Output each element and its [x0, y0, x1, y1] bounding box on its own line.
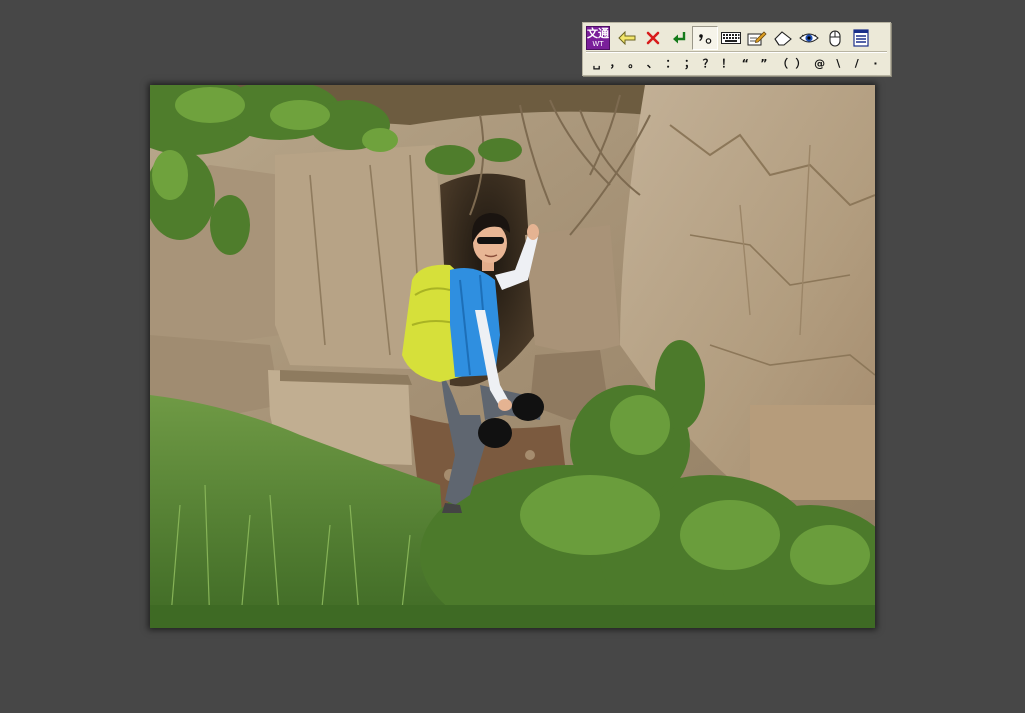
punct-slash-key[interactable]: /: [848, 55, 865, 72]
photo-viewer-image[interactable]: [150, 85, 875, 628]
enter-return-icon: [673, 32, 686, 44]
eraser-icon: [774, 31, 792, 46]
view-button[interactable]: [796, 26, 822, 50]
punct-comma-key[interactable]: ，: [607, 55, 624, 72]
punct-close-quote-key[interactable]: ”: [755, 55, 772, 72]
edit-note-icon: [747, 31, 767, 46]
punct-open-quote-key[interactable]: “: [737, 55, 754, 72]
ime-toolbar-top-row: 文通 WT: [586, 26, 874, 50]
eye-icon: [799, 33, 819, 43]
punct-open-paren-key[interactable]: （: [774, 55, 791, 72]
ime-logo-subtext: WT: [592, 40, 604, 48]
erase-button[interactable]: [770, 26, 796, 50]
mouse-input-button[interactable]: [822, 26, 848, 50]
punct-close-paren-key[interactable]: ）: [793, 55, 810, 72]
close-x-icon: [646, 31, 660, 45]
back-button[interactable]: [614, 26, 640, 50]
punct-at-key[interactable]: @: [811, 55, 828, 72]
ime-logo[interactable]: 文通 WT: [586, 26, 610, 50]
ime-toolbar[interactable]: 文通 WT ␣ ， 。 、 ： ； ？ ！ “ ” （ ） @ \ / ·: [582, 22, 891, 76]
punct-question-key[interactable]: ？: [700, 55, 717, 72]
ime-logo-text: 文通: [587, 27, 609, 40]
punct-semicolon-key[interactable]: ；: [681, 55, 698, 72]
desktop-background: 文通 WT ␣ ， 。 、 ： ； ？ ！ “ ” （ ） @ \ / ·: [0, 0, 1025, 713]
punctuation-row: ␣ ， 。 、 ： ； ？ ！ “ ” （ ） @ \ / ·: [586, 54, 886, 72]
edit-button[interactable]: [744, 26, 770, 50]
punct-colon-key[interactable]: ：: [662, 55, 679, 72]
punct-enum-comma-key[interactable]: 、: [644, 55, 661, 72]
punctuation-mode-icon: [699, 34, 712, 44]
hiker-photo: [150, 85, 875, 628]
menu-button[interactable]: [848, 26, 874, 50]
punct-backslash-key[interactable]: \: [830, 55, 847, 72]
punct-space-key[interactable]: ␣: [588, 55, 605, 72]
mouse-icon: [829, 30, 841, 47]
punct-exclaim-key[interactable]: ！: [718, 55, 735, 72]
punct-middle-dot-key[interactable]: ·: [867, 55, 884, 72]
enter-button[interactable]: [666, 26, 692, 50]
menu-list-icon: [853, 29, 869, 47]
punctuation-mode-button[interactable]: [692, 26, 718, 50]
soft-keyboard-button[interactable]: [718, 26, 744, 50]
arrow-left-icon: [618, 31, 636, 45]
toolbar-divider: [586, 51, 887, 53]
punct-period-key[interactable]: 。: [625, 55, 642, 72]
keyboard-icon: [721, 32, 741, 44]
cancel-button[interactable]: [640, 26, 666, 50]
